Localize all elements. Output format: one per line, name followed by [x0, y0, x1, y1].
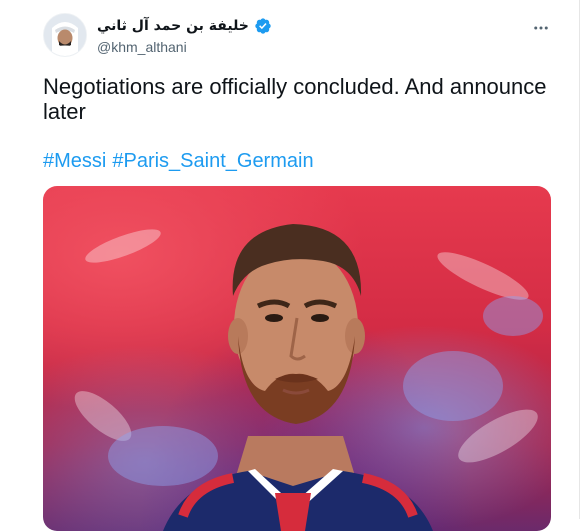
player-portrait	[74, 224, 543, 531]
author-info: خليفة بن حمد آل ثاني @khm_althani	[97, 16, 272, 55]
author-handle[interactable]: @khm_althani	[97, 39, 272, 55]
hashtag-link[interactable]: #Messi	[43, 150, 106, 173]
verified-badge-icon	[254, 17, 272, 35]
avatar-image	[44, 14, 86, 56]
ellipsis-icon	[534, 26, 548, 30]
tweet-media-photo[interactable]	[43, 186, 551, 531]
tweet-header: خليفة بن حمد آل ثاني @khm_althani	[43, 13, 559, 59]
more-options-button[interactable]	[529, 17, 553, 39]
author-display-name[interactable]: خليفة بن حمد آل ثاني	[97, 18, 249, 34]
tweet-hashtags: #Messi #Paris_Saint_Germain	[43, 150, 314, 173]
avatar[interactable]	[43, 13, 87, 57]
tweet-card: خليفة بن حمد آل ثاني @khm_althani Negoti…	[0, 0, 580, 531]
hashtag-link[interactable]: #Paris_Saint_Germain	[112, 150, 313, 173]
tweet-text: Negotiations are officially concluded. A…	[43, 74, 547, 124]
